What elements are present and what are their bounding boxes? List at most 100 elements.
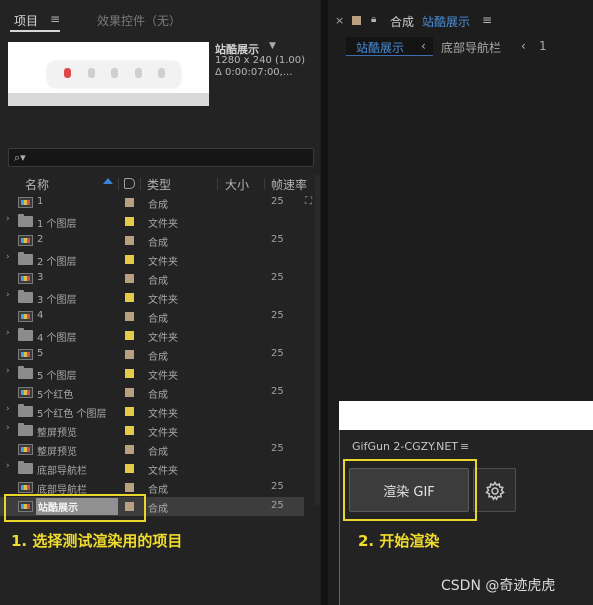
label-color-swatch[interactable]	[125, 331, 134, 340]
sort-ascending-icon[interactable]	[103, 178, 113, 184]
item-name[interactable]: 1 个图层	[37, 215, 77, 230]
item-name[interactable]: 3	[37, 272, 43, 283]
item-name[interactable]: 3 个图层	[37, 291, 77, 306]
tab-effect-controls[interactable]: 效果控件（无）	[97, 12, 181, 29]
highlight-box-render-button	[343, 459, 477, 521]
flowchart-icon[interactable]: ⛶	[305, 196, 312, 207]
item-type: 合成	[148, 352, 168, 363]
item-name[interactable]: 5 个图层	[37, 367, 77, 382]
expand-arrow-icon[interactable]: ›	[6, 252, 10, 262]
item-type: 文件夹	[148, 371, 178, 382]
project-item-row[interactable]: › 5个红色 个图层 文件夹	[0, 402, 304, 421]
folder-icon	[18, 461, 33, 474]
label-color-swatch[interactable]	[125, 217, 134, 226]
project-scrollbar[interactable]	[315, 175, 320, 505]
comp-panel-menu-icon[interactable]: ≡	[482, 13, 492, 27]
label-color-swatch[interactable]	[125, 407, 134, 416]
composition-icon	[18, 235, 33, 246]
breadcrumb-item[interactable]: 底部导航栏	[441, 39, 501, 56]
project-item-row[interactable]: › 整屏预览 文件夹	[0, 421, 304, 440]
item-fps: 25	[271, 272, 284, 283]
project-search-input[interactable]	[8, 148, 314, 167]
expand-arrow-icon[interactable]: ›	[6, 404, 10, 414]
column-separator	[264, 178, 265, 190]
item-fps: 25	[271, 234, 284, 245]
label-color-swatch[interactable]	[125, 236, 134, 245]
composition-icon	[18, 197, 33, 208]
item-name[interactable]: 整屏预览	[37, 443, 77, 458]
item-name[interactable]: 4	[37, 310, 43, 321]
label-color-swatch[interactable]	[125, 483, 134, 492]
column-fps[interactable]: 帧速率	[271, 176, 307, 193]
breadcrumb-count[interactable]: 1	[539, 39, 547, 53]
project-item-row[interactable]: 2 合成 25	[0, 231, 304, 250]
label-color-swatch[interactable]	[125, 388, 134, 397]
project-item-row[interactable]: 4 合成 25	[0, 307, 304, 326]
expand-arrow-icon[interactable]: ›	[6, 214, 10, 224]
project-item-row[interactable]: › 1 个图层 文件夹	[0, 212, 304, 231]
column-name[interactable]: 名称	[25, 176, 49, 193]
composition-icon	[18, 273, 33, 284]
project-item-row[interactable]: 5 合成 25	[0, 345, 304, 364]
label-color-swatch[interactable]	[125, 350, 134, 359]
item-name[interactable]: 2	[37, 234, 43, 245]
label-color-swatch[interactable]	[125, 426, 134, 435]
label-tag-icon[interactable]	[124, 178, 135, 189]
close-icon[interactable]: ×	[335, 14, 344, 27]
lock-icon[interactable]: 🔒︎	[371, 14, 376, 25]
item-name[interactable]: 2 个图层	[37, 253, 77, 268]
expand-arrow-icon[interactable]: ›	[6, 290, 10, 300]
item-name[interactable]: 5个红色 个图层	[37, 405, 107, 420]
gear-icon	[485, 481, 505, 501]
project-item-row[interactable]: 3 合成 25	[0, 269, 304, 288]
label-color-swatch[interactable]	[125, 445, 134, 454]
item-name[interactable]: 底部导航栏	[37, 462, 87, 477]
label-color-swatch[interactable]	[125, 198, 134, 207]
panel-divider[interactable]	[321, 0, 328, 605]
project-item-row[interactable]: › 4 个图层 文件夹	[0, 326, 304, 345]
item-type: 合成	[148, 200, 168, 211]
expand-arrow-icon[interactable]: ›	[6, 328, 10, 338]
project-item-row[interactable]: › 3 个图层 文件夹	[0, 288, 304, 307]
gifgun-title: GifGun 2-CGZY.NET	[352, 440, 459, 453]
item-fps: 25	[271, 481, 284, 492]
label-color-swatch[interactable]	[125, 312, 134, 321]
project-item-row[interactable]: 5个红色 合成 25	[0, 383, 304, 402]
expand-arrow-icon[interactable]: ›	[6, 423, 10, 433]
expand-arrow-icon[interactable]: ›	[6, 461, 10, 471]
item-fps: 25	[271, 500, 284, 511]
project-item-row[interactable]: › 2 个图层 文件夹	[0, 250, 304, 269]
item-name[interactable]: 5个红色	[37, 386, 73, 401]
selected-comp-size: 1280 x 240 (1.00)	[215, 55, 306, 66]
label-color-swatch[interactable]	[125, 369, 134, 378]
label-color-swatch[interactable]	[125, 293, 134, 302]
item-type: 文件夹	[148, 428, 178, 439]
label-color-swatch[interactable]	[125, 464, 134, 473]
thumbnail-nav-bar-preview	[48, 62, 180, 87]
label-color-swatch[interactable]	[125, 255, 134, 264]
thumb-icon-4	[135, 68, 142, 78]
project-item-row[interactable]: 1 合成 25	[0, 193, 304, 212]
comp-panel-title: 合成	[390, 15, 415, 29]
project-menu-icon[interactable]: ≡	[50, 12, 60, 26]
expand-arrow-icon[interactable]: ›	[6, 366, 10, 376]
gifgun-menu-icon[interactable]: ≡	[460, 440, 469, 453]
item-fps: 25	[271, 348, 284, 359]
settings-button[interactable]	[473, 468, 516, 512]
tab-project[interactable]: 项目	[14, 12, 38, 29]
comp-dropdown-icon[interactable]: ▼	[269, 41, 276, 51]
item-name[interactable]: 1	[37, 196, 43, 207]
breadcrumb-active-label[interactable]: 站酷展示	[356, 39, 404, 56]
item-name[interactable]: 5	[37, 348, 43, 359]
item-type: 文件夹	[148, 257, 178, 268]
label-color-swatch[interactable]	[125, 274, 134, 283]
project-item-row[interactable]: › 5 个图层 文件夹	[0, 364, 304, 383]
search-icon[interactable]: ⌕▾	[14, 151, 26, 165]
column-type[interactable]: 类型	[147, 176, 171, 193]
comp-panel-title-name[interactable]: 站酷展示	[422, 13, 470, 30]
project-item-row[interactable]: › 底部导航栏 文件夹	[0, 459, 304, 478]
item-name[interactable]: 4 个图层	[37, 329, 77, 344]
project-item-row[interactable]: 整屏预览 合成 25	[0, 440, 304, 459]
item-name[interactable]: 整屏预览	[37, 424, 77, 439]
column-size[interactable]: 大小	[225, 176, 249, 193]
